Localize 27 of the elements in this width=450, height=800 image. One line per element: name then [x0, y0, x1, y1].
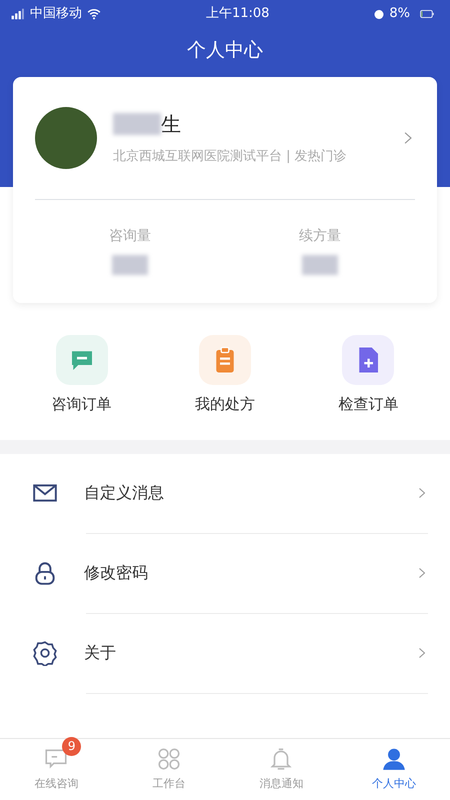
alarm-icon: [373, 8, 386, 20]
shortcut-item[interactable]: 检查订单: [313, 335, 424, 416]
tab-item[interactable]: 9 在线咨询: [0, 739, 112, 800]
shortcut-item[interactable]: 咨询订单: [26, 335, 137, 416]
stat-label: 咨询量: [109, 227, 151, 246]
battery-percent: 8%: [389, 5, 410, 24]
doctor-name: 生: [161, 111, 181, 138]
shortcut-item[interactable]: 我的处方: [170, 335, 280, 416]
person-icon: [380, 746, 407, 772]
redaction-blur: [113, 113, 161, 136]
bell-icon: [268, 746, 294, 772]
notification-badge: 9: [62, 737, 82, 756]
settings-icon: [32, 640, 58, 666]
redaction-blur: [302, 255, 338, 275]
stat-label: 续方量: [299, 227, 341, 246]
page-title: 个人中心: [186, 38, 264, 63]
signal-icon: [10, 7, 26, 21]
menu-item[interactable]: 关于: [0, 614, 450, 692]
carrier-name: 中国移动: [30, 5, 82, 24]
menu-item[interactable]: 自定义消息: [0, 454, 450, 532]
status-time: 上午11:08: [206, 5, 270, 24]
wifi-icon: [86, 7, 102, 21]
menu-item[interactable]: 修改密码: [0, 534, 450, 612]
tab-item[interactable]: 个人中心: [338, 739, 450, 800]
hospital-department: 北京西城互联网医院测试平台 | 发热门诊: [113, 148, 348, 166]
redaction-blur: [112, 255, 148, 275]
grid-icon: [156, 746, 182, 772]
